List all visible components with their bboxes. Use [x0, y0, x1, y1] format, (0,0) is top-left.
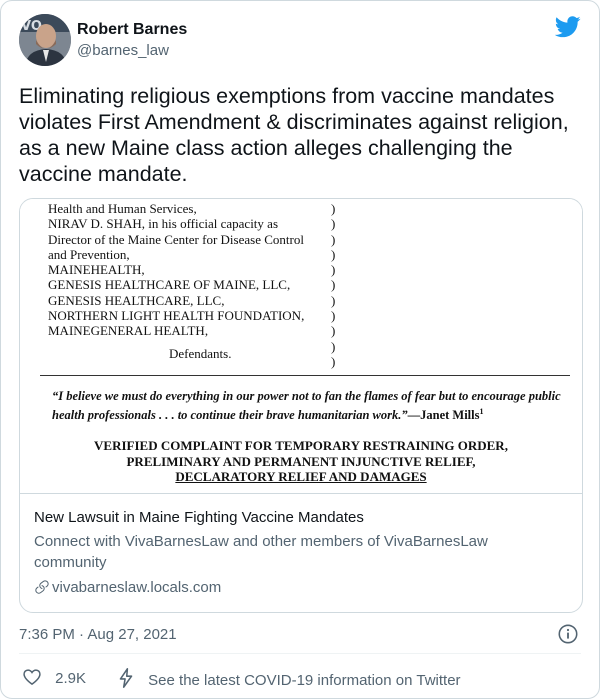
paren: ): [331, 338, 336, 354]
case-caption: Health and Human Services, NIRAV D. SHAH…: [48, 201, 304, 361]
card-meta[interactable]: New Lawsuit in Maine Fighting Vaccine Ma…: [20, 493, 582, 612]
caption-parens: ) ) ) ) ) ) ) ) ) ) ): [331, 201, 335, 369]
tweet-timestamp[interactable]: 7:36 PM · Aug 27, 2021: [19, 625, 177, 645]
complaint-title: VERIFIED COMPLAINT FOR TEMPORARY RESTRAI…: [20, 438, 582, 485]
caption-line: NIRAV D. SHAH, in his official capacity …: [48, 216, 279, 232]
covid-info-text[interactable]: See the latest COVID-19 information on T…: [148, 672, 460, 689]
like-count: 2.9K: [55, 670, 87, 687]
paren: ): [331, 201, 336, 216]
link-icon: [35, 580, 49, 594]
avatar-image: VO: [19, 14, 71, 66]
like-button[interactable]: 2.9K: [21, 667, 86, 690]
card-domain[interactable]: vivabarneslaw.locals.com: [34, 578, 221, 598]
paren: ): [331, 323, 336, 339]
caption-line: Health and Human Services,: [48, 201, 197, 216]
card-domain-text[interactable]: vivabarneslaw.locals.com: [52, 579, 221, 596]
paren: ): [331, 246, 336, 262]
caption-line: MAINEHEALTH,: [48, 262, 145, 278]
quote-footnote: 1: [479, 407, 484, 416]
author-handle[interactable]: @barnes_law: [77, 41, 187, 61]
caption-line: and Prevention,: [48, 246, 130, 262]
complaint-line: VERIFIED COMPLAINT FOR TEMPORARY RESTRAI…: [94, 438, 508, 453]
card-description: Connect with VivaBarnesLaw and other mem…: [34, 533, 488, 571]
avatar[interactable]: VO: [19, 14, 71, 66]
author-names: Robert Barnes @barnes_law: [77, 20, 187, 61]
caption-line: GENESIS HEALTHCARE OF MAINE, LLC,: [48, 277, 291, 293]
quote-author: —Janet Mills: [407, 408, 480, 423]
tweet-card: VO Robert Barnes @barnes_law Eliminating…: [0, 0, 600, 699]
info-icon[interactable]: [557, 623, 579, 645]
paren: ): [331, 216, 336, 232]
paren: ): [331, 277, 336, 293]
document-quote: “I believe we must do everything in our …: [52, 388, 572, 423]
document-image: Health and Human Services, NIRAV D. SHAH…: [20, 199, 582, 492]
covid-info-link[interactable]: See the latest COVID-19 information on T…: [115, 667, 461, 692]
link-preview-card[interactable]: Health and Human Services, NIRAV D. SHAH…: [19, 198, 583, 613]
twitter-bird-icon[interactable]: [555, 16, 581, 38]
document-rule: [40, 375, 570, 376]
defendants-label: Defendants.: [169, 345, 232, 361]
paren: ): [331, 292, 336, 308]
heart-icon: [23, 669, 41, 686]
paren: ): [331, 231, 336, 247]
lightning-icon: [119, 668, 133, 688]
paren: ): [331, 262, 336, 278]
paren: ): [331, 308, 336, 324]
caption-line: Director of the Maine Center for Disease…: [48, 231, 304, 247]
complaint-line: PRELIMINARY AND PERMANENT INJUNCTIVE REL…: [126, 453, 476, 469]
tweet-header: VO Robert Barnes @barnes_law: [19, 14, 581, 68]
caption-line: MAINEGENERAL HEALTH,: [48, 323, 209, 339]
complaint-line: DECLARATORY RELIEF AND DAMAGES: [175, 469, 427, 484]
actions-divider: [19, 653, 581, 654]
author-name[interactable]: Robert Barnes: [77, 20, 187, 40]
caption-line: GENESIS HEALTHCARE, LLC,: [48, 292, 225, 308]
caption-line: NORTHERN LIGHT HEALTH FOUNDATION,: [48, 308, 305, 324]
paren: ): [331, 353, 336, 369]
quote-text: “I believe we must do everything in our …: [52, 389, 561, 423]
tweet-text: Eliminating religious exemptions from va…: [19, 84, 569, 186]
card-title[interactable]: New Lawsuit in Maine Fighting Vaccine Ma…: [34, 508, 364, 528]
